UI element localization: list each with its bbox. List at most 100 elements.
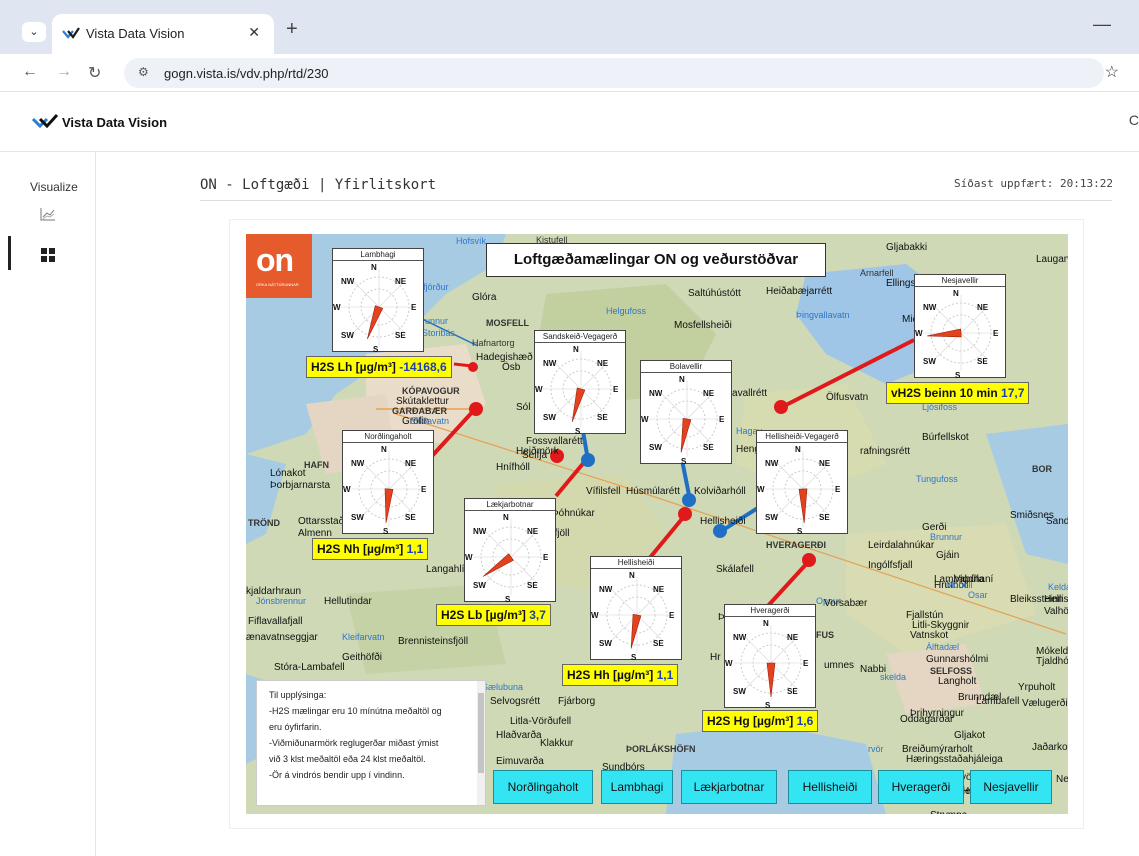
measurement-label: H2S Nh [µg/m³] 1,1 xyxy=(312,538,429,560)
info-scroll-thumb[interactable] xyxy=(478,693,484,773)
measurement-value: 1,6 xyxy=(796,714,814,728)
place-name: Hellisheiði xyxy=(700,516,746,527)
compass-label: NW xyxy=(351,459,365,468)
wind-rose[interactable]: Lambhagi N NE E SE S SW W NW xyxy=(332,248,424,354)
compass-label: N xyxy=(953,289,959,298)
info-scrollbar[interactable] xyxy=(477,681,485,805)
wind-rose-station-name: Sandskeið-Vegagerð xyxy=(535,331,625,343)
wind-rose-station-name: Bolavellir xyxy=(641,361,731,373)
compass-label: SW xyxy=(599,639,612,648)
place-name: Helgufoss xyxy=(606,306,647,316)
compass-label: E xyxy=(421,485,427,494)
compass-label: SW xyxy=(341,331,354,340)
place-name: ænavatnseggjar xyxy=(246,632,318,643)
place-name: Heiðabæjarrétt xyxy=(766,286,833,297)
tab-close-icon[interactable]: ✕ xyxy=(248,24,260,41)
compass-label: NW xyxy=(649,389,663,398)
place-name: Gjáin xyxy=(936,550,960,561)
info-line: eru óyfirfarin. xyxy=(269,722,322,732)
place-name: Elliðavatn xyxy=(410,416,450,426)
chart-icon[interactable] xyxy=(40,207,56,226)
measurement-value: 17,7 xyxy=(1001,386,1025,400)
compass-label: S xyxy=(631,653,637,662)
compass-label: SE xyxy=(653,639,664,648)
compass-label: W xyxy=(333,303,341,312)
wind-rose[interactable]: Hellisheiði-Vegagerð N NE E SE S SW W NW xyxy=(756,430,848,536)
compass-label: N xyxy=(795,445,801,454)
info-box[interactable]: Til upplýsinga: -H2S mælingar eru 10 mín… xyxy=(256,680,486,806)
compass-label: W xyxy=(725,659,733,668)
compass-label: E xyxy=(411,303,417,312)
compass-label: S xyxy=(383,527,389,536)
place-name: Vælugerði xyxy=(1022,698,1068,709)
compass-label: W xyxy=(535,385,543,394)
address-bar[interactable]: ⚙ gogn.vista.is/vdv.php/rtd/230 xyxy=(124,58,1104,88)
forward-arrow-icon[interactable]: → xyxy=(56,63,72,81)
compass-label: E xyxy=(719,415,725,424)
dashboard-grid-icon[interactable] xyxy=(40,247,56,268)
wind-rose-station-name: Lækjarbotnar xyxy=(465,499,555,511)
place-name: Saltúhústótt xyxy=(688,288,741,299)
place-name: Litla-Vörðufell xyxy=(510,716,572,727)
compass-label: SW xyxy=(733,687,746,696)
tab-search-button[interactable]: ⌄ xyxy=(22,22,46,42)
compass-label: NE xyxy=(395,277,407,286)
compass-label: E xyxy=(669,611,675,620)
place-name: rafningsrétt xyxy=(860,446,911,457)
vdv-favicon-icon xyxy=(62,25,80,46)
compass-label: W xyxy=(915,329,923,338)
site-info-icon[interactable]: ⚙ xyxy=(138,65,149,79)
place-name: MOSFELL xyxy=(486,318,529,328)
station-button-laekjarbotnar[interactable]: Lækjarbotnar xyxy=(681,770,777,804)
page-title: ON - Loftgæði | Yfirlitskort xyxy=(200,177,437,193)
compass-label: N xyxy=(629,571,635,580)
bookmark-star-icon[interactable]: ☆ xyxy=(1105,62,1119,82)
compass-label: SE xyxy=(395,331,406,340)
wind-rose[interactable]: Sandskeið-Vegagerð N NE E SE S SW W NW xyxy=(534,330,626,436)
compass-label: E xyxy=(543,553,549,562)
place-name: Fiflavallafjall xyxy=(248,616,303,627)
wind-rose[interactable]: Nesjavellir N NE E SE S SW W NW xyxy=(914,274,1006,380)
compass-label: SW xyxy=(351,513,364,522)
place-name: Geithöfði xyxy=(342,652,383,663)
back-arrow-icon[interactable]: ← xyxy=(22,63,38,81)
place-name: Vorsabær xyxy=(824,598,868,609)
wind-rose[interactable]: Hveragerði N NE E SE S SW W NW xyxy=(724,604,816,710)
place-name: Eimuvarða xyxy=(496,756,544,767)
browser-tab[interactable]: Vista Data Vision ✕ xyxy=(52,14,274,54)
place-name: Tjaldhóll xyxy=(1036,656,1068,667)
url-text[interactable]: gogn.vista.is/vdv.php/rtd/230 xyxy=(164,66,329,81)
compass-label: NE xyxy=(977,303,989,312)
sidebar: Visualize xyxy=(0,152,96,856)
place-name: Þóhnúkar xyxy=(552,508,595,519)
place-name: Arnarfell xyxy=(860,268,894,278)
station-button-nordlingaholt[interactable]: Norðlingaholt xyxy=(493,770,593,804)
wind-rose[interactable]: Bolavellir N NE E SE S SW W NW xyxy=(640,360,732,466)
compass-label: S xyxy=(797,527,803,536)
place-name: Hellisholt xyxy=(1044,594,1068,605)
place-name: Hafnartorg xyxy=(472,338,515,348)
place-name: Oddagarðar xyxy=(900,714,954,725)
measurement-name: H2S Lb [µg/m³] xyxy=(441,608,530,622)
compass-label: W xyxy=(465,553,473,562)
measurement-name: H2S Hh [µg/m³] xyxy=(567,668,657,682)
compass-label: E xyxy=(993,329,999,338)
station-button-hveragerdi[interactable]: Hveragerði xyxy=(878,770,964,804)
compass-label: NE xyxy=(787,633,799,642)
wind-rose[interactable]: Norðlingaholt N NE E SE S SW W NW xyxy=(342,430,434,536)
place-name: TRÖND xyxy=(248,518,280,528)
info-line: -Viðmiðunarmörk reglugerðar miðast ýmist xyxy=(269,738,439,748)
place-name: Álftadæl xyxy=(926,642,960,652)
wind-rose[interactable]: Lækjarbotnar N NE E SE S SW W NW xyxy=(464,498,556,604)
station-button-lambhagi[interactable]: Lambhagi xyxy=(601,770,673,804)
station-button-nesjavellir[interactable]: Nesjavellir xyxy=(970,770,1052,804)
compass-label: W xyxy=(343,485,351,494)
reload-icon[interactable]: ↻ xyxy=(88,63,101,83)
new-tab-button[interactable]: + xyxy=(286,18,298,41)
compass-label: SE xyxy=(527,581,538,590)
minimize-button[interactable]: — xyxy=(1093,14,1111,35)
station-button-hellisheidi[interactable]: Hellisheiði xyxy=(788,770,872,804)
place-name: KÓPAVOGUR xyxy=(402,386,460,396)
place-name: Gljabakki xyxy=(886,242,928,253)
wind-rose[interactable]: Hellisheiði N NE E SE S SW W NW xyxy=(590,556,682,662)
